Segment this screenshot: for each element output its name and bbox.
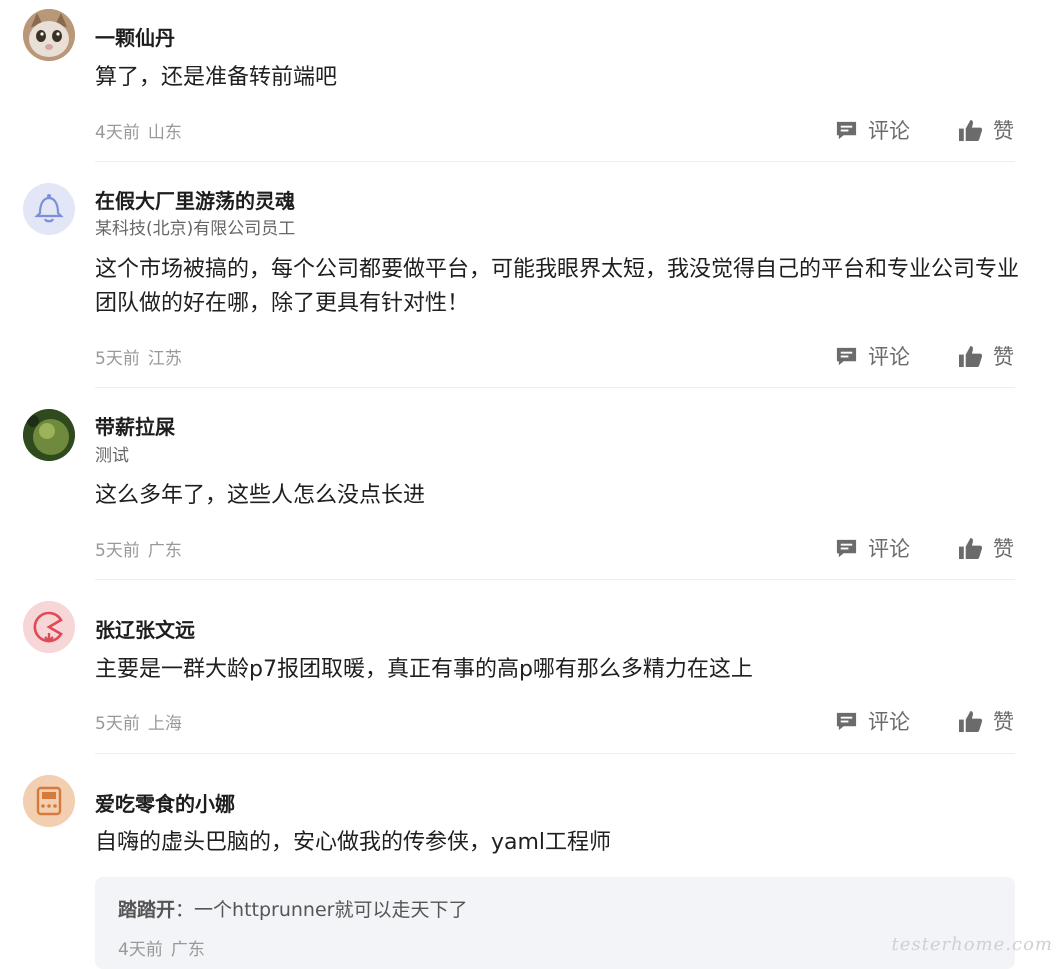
comment-meta: 5天前 上海 — [95, 709, 182, 734]
comment-content: 主要是一群大龄p7报团取暖，真正有事的高p哪有那么多精力在这上 — [95, 657, 753, 682]
reply-meta: 4天前 广东 — [118, 935, 205, 960]
comment-author[interactable]: 张辽张文远 — [95, 614, 195, 643]
comment-button-label: 评论 — [868, 345, 910, 369]
comment-author[interactable]: 在假大厂里游荡的灵魂 — [95, 185, 295, 214]
like-button-label: 赞 — [993, 537, 1014, 561]
divider — [95, 753, 1015, 754]
reply-time: 4天前 — [118, 940, 163, 960]
comment-time: 4天前 — [95, 123, 140, 143]
divider — [95, 161, 1015, 162]
comment-content: 自嗨的虚头巴脑的，安心做我的传参侠，yaml工程师 — [95, 830, 612, 855]
machine-avatar-icon — [23, 775, 75, 827]
watermark: testerhome.com — [891, 934, 1053, 955]
thumbs-up-icon — [959, 119, 983, 141]
comment-button[interactable]: 评论 — [835, 341, 910, 371]
comment-author[interactable]: 爱吃零食的小娜 — [95, 788, 235, 817]
comment-time: 5天前 — [95, 714, 140, 734]
author-title: 测试 — [95, 446, 129, 466]
like-button-label: 赞 — [993, 119, 1014, 143]
author-title: 某科技(北京)有限公司员工 — [95, 219, 296, 239]
bell-avatar-icon — [23, 183, 75, 235]
like-button-label: 赞 — [993, 345, 1014, 369]
comment-button[interactable]: 评论 — [835, 115, 910, 145]
comment-time: 5天前 — [95, 349, 140, 369]
comment-button[interactable]: 评论 — [835, 706, 910, 736]
comment-icon — [836, 121, 857, 139]
comment-author[interactable]: 一颗仙丹 — [95, 22, 175, 51]
cat-avatar-icon — [23, 9, 75, 61]
comment-icon — [836, 347, 857, 365]
comment-meta: 5天前 广东 — [95, 536, 182, 561]
comment-author[interactable]: 带薪拉屎 — [95, 411, 175, 440]
reply-line: 踏踏开：一个httprunner就可以走天下了 — [118, 895, 467, 922]
comment-content: 算了，还是准备转前端吧 — [95, 65, 338, 90]
avatar[interactable] — [23, 409, 75, 461]
comment-content: 这么多年了，这些人怎么没点长进 — [95, 483, 426, 508]
comment-button[interactable]: 评论 — [835, 533, 910, 563]
avatar[interactable] — [23, 9, 75, 61]
comment-time: 5天前 — [95, 541, 140, 561]
comment-location: 上海 — [147, 714, 182, 734]
avatar[interactable] — [23, 183, 75, 235]
reply-location: 广东 — [170, 940, 205, 960]
reply-text: 一个httprunner就可以走天下了 — [194, 899, 468, 921]
thumbs-up-icon — [959, 710, 983, 732]
thumbs-up-icon — [959, 537, 983, 559]
divider — [95, 387, 1015, 388]
comment-button-label: 评论 — [868, 119, 910, 143]
comment-location: 江苏 — [147, 349, 182, 369]
photo-avatar-icon — [23, 409, 75, 461]
like-button-label: 赞 — [993, 710, 1014, 734]
reply-separator: ： — [175, 899, 195, 921]
like-button[interactable]: 赞 — [958, 341, 1014, 371]
divider — [95, 579, 1015, 580]
avatar[interactable] — [23, 601, 75, 653]
comment-location: 广东 — [147, 541, 182, 561]
like-button[interactable]: 赞 — [958, 115, 1014, 145]
like-button[interactable]: 赞 — [958, 533, 1014, 563]
like-button[interactable]: 赞 — [958, 706, 1014, 736]
comment-meta: 5天前 江苏 — [95, 344, 182, 369]
comment-content: 这个市场被搞的，每个公司都要做平台，可能我眼界太短，我没觉得自己的平台和专业公司… — [95, 257, 1020, 316]
comment-icon — [836, 712, 857, 730]
comment-location: 山东 — [147, 123, 182, 143]
pacman-avatar-icon — [23, 601, 75, 653]
avatar[interactable] — [23, 775, 75, 827]
comment-button-label: 评论 — [868, 537, 910, 561]
reply-box: 踏踏开：一个httprunner就可以走天下了 4天前 广东 — [95, 877, 1015, 969]
comment-button-label: 评论 — [868, 710, 910, 734]
thumbs-up-icon — [959, 345, 983, 367]
comment-icon — [836, 539, 857, 557]
reply-author[interactable]: 踏踏开 — [118, 899, 175, 921]
comment-meta: 4天前 山东 — [95, 118, 182, 143]
